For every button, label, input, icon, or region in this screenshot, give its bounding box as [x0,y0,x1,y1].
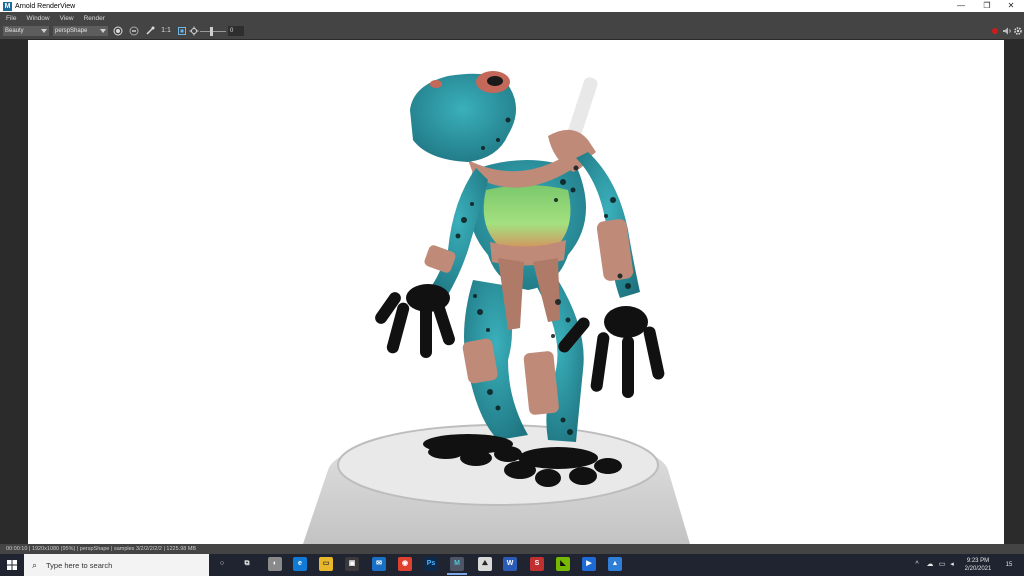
close-button[interactable]: ✕ [998,0,1024,12]
file-explorer-icon[interactable]: ▭ [319,557,333,571]
menu-file[interactable]: File [6,15,16,22]
mail-icon[interactable]: ✉ [372,557,386,571]
menu-view[interactable]: View [60,15,74,22]
notification-count: 15 [1005,562,1013,568]
render-toolbar: Beauty perspShape 1:1 0 [0,24,1024,40]
window-title: Arnold RenderView [15,2,76,10]
search-placeholder: Type here to search [46,560,113,570]
store-icon[interactable]: ▣ [345,557,359,571]
photoshop-icon[interactable]: Ps [424,557,438,571]
aov-dropdown-value: Beauty [5,28,24,34]
restore-button[interactable]: ❐ [974,0,1000,12]
start-button[interactable] [0,554,24,576]
record-icon[interactable] [992,28,998,34]
chevron-down-icon [41,29,47,33]
minimize-button[interactable]: — [948,0,974,12]
arnold-app-icon: M [3,1,12,11]
menu-render[interactable]: Render [84,15,105,22]
system-clock[interactable]: 9:23 PM 2/20/2021 [958,557,998,573]
left-gutter [0,40,28,544]
photos-icon[interactable]: ▲ [608,557,622,571]
camera-dropdown-value: perspShape [55,28,88,34]
ipr-icon[interactable] [129,26,139,36]
edge-icon[interactable]: e [293,557,307,571]
network-icon[interactable]: ▭ [937,554,947,576]
right-gutter [1004,40,1024,544]
camera-dropdown[interactable]: perspShape [53,26,108,36]
cortana-icon[interactable]: ○ [215,557,229,571]
fit-frame-icon[interactable] [177,26,187,36]
crop-region-icon[interactable] [145,26,155,36]
exposure-slider[interactable] [200,27,226,36]
render-viewport[interactable] [28,40,1004,544]
clock-date: 2/20/2021 [964,566,992,572]
render-status: 00:00:10 | 1920x1080 (95%) | perspShape … [0,544,1024,554]
frog-character [375,71,665,487]
app-2-icon[interactable]: ⛰ [478,557,492,571]
exposure-slider-handle[interactable] [210,27,213,36]
chevron-up-icon[interactable]: ^ [912,554,922,576]
volume-icon[interactable]: ◂ [947,554,957,576]
maya-icon[interactable]: M [450,557,464,571]
windows-icon [7,560,17,570]
chevron-down-icon [100,29,106,33]
exposure-icon [189,26,199,36]
rendered-image [303,71,690,544]
speaker-icon[interactable] [1002,26,1012,36]
app-3-icon[interactable]: S [530,557,544,571]
exposure-field[interactable]: 0 [228,26,244,36]
windows-taskbar: ⌕ Type here to search ○ ⧉ ◐ e ▭ ▣ ✉ ◉ Ps… [0,554,1024,576]
clock-time: 9:23 PM [966,558,990,564]
active-app-indicator [447,573,467,575]
chrome-icon[interactable]: ◉ [398,557,412,571]
cloud-icon[interactable]: ☁ [924,554,936,576]
app-4-icon[interactable]: ▶ [582,557,596,571]
app-1-icon[interactable]: ◐ [268,557,282,571]
title-bar: M Arnold RenderView — ❐ ✕ [0,0,1024,12]
nvidia-icon[interactable]: ◣ [556,557,570,571]
menu-bar: File Window View Render [0,12,1024,24]
gear-icon[interactable] [1013,26,1023,36]
word-icon[interactable]: W [503,557,517,571]
task-view-icon[interactable]: ⧉ [240,557,254,571]
aov-dropdown[interactable]: Beauty [3,26,49,36]
search-icon: ⌕ [32,559,38,570]
taskbar-search[interactable]: ⌕ Type here to search [24,554,209,576]
menu-window[interactable]: Window [26,15,49,22]
render-icon[interactable] [113,26,123,36]
notification-icon[interactable]: 15 [1002,554,1016,576]
ratio-button[interactable]: 1:1 [160,26,172,36]
